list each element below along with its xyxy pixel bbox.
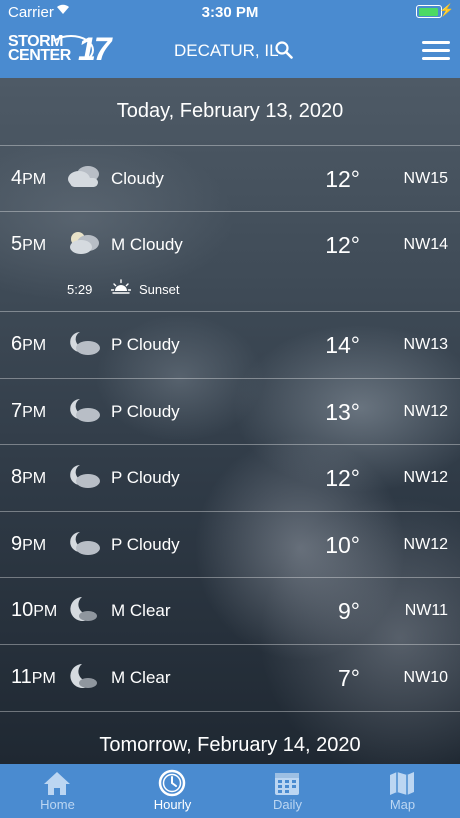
tab-daily[interactable]: Daily	[230, 764, 345, 818]
home-icon	[44, 772, 70, 795]
wind-label: NW15	[403, 170, 448, 187]
stormcenter-logo[interactable]: STORM CENTER 17	[8, 31, 118, 67]
condition-label: P Cloudy	[111, 535, 180, 554]
partly-cloudy-night-icon	[66, 397, 102, 423]
hour-label: 6PM	[11, 333, 47, 355]
tomorrow-header: Tomorrow, February 14, 2020	[99, 734, 361, 756]
condition-label: M Clear	[111, 668, 171, 687]
status-bar: Carrier 3:30 PM ⚡	[0, 0, 460, 24]
mostly-clear-night-icon	[66, 596, 102, 622]
logo-number: 17	[78, 31, 112, 67]
menu-icon[interactable]	[422, 41, 450, 61]
hour-label: 11PM	[11, 666, 56, 688]
sunset-time: 5:29	[67, 282, 93, 297]
wind-label: NW13	[403, 336, 448, 353]
tab-home[interactable]: Home	[0, 764, 115, 818]
wind-label: NW14	[403, 236, 448, 253]
condition-label: Cloudy	[111, 169, 164, 188]
temperature-label: 12°	[325, 166, 360, 192]
status-time: 3:30 PM	[201, 4, 259, 21]
temperature-label: 13°	[325, 399, 360, 425]
hourly-row[interactable]: 4PM Cloudy 12° NW15	[0, 145, 460, 212]
hourly-row[interactable]: 10PM M Clear 9° NW11	[0, 577, 460, 645]
charging-bolt-icon: ⚡	[439, 3, 454, 17]
partly-cloudy-night-icon	[66, 330, 102, 356]
condition-label: M Cloudy	[111, 235, 183, 254]
condition-label: P Cloudy	[111, 335, 180, 354]
sunset-row: 5:29 Sunset	[67, 279, 179, 297]
hourly-row[interactable]: 8PM P Cloudy 12° NW12	[0, 444, 460, 512]
hourly-row[interactable]: 5PM M Cloudy 12° NW14 5:29 Sunset	[0, 211, 460, 312]
hour-label: 5PM	[11, 233, 47, 255]
tab-daily-label: Daily	[273, 797, 302, 812]
wind-label: NW10	[403, 669, 448, 686]
location-label[interactable]: DECATUR, IL	[174, 41, 279, 61]
condition-label: P Cloudy	[111, 402, 180, 421]
wind-label: NW12	[403, 536, 448, 553]
temperature-label: 12°	[325, 232, 360, 258]
tab-map-label: Map	[389, 797, 416, 812]
header-bar: Carrier 3:30 PM ⚡ STORM CENTER 17 DECATU…	[0, 0, 460, 78]
temperature-label: 9°	[338, 598, 360, 624]
condition-label: P Cloudy	[111, 468, 180, 487]
partly-cloudy-night-icon	[66, 530, 102, 556]
hour-label: 9PM	[11, 533, 47, 555]
wind-label: NW12	[403, 403, 448, 420]
clock-icon	[158, 769, 186, 797]
hourly-row[interactable]: 11PM M Clear 7° NW10	[0, 644, 460, 712]
hour-label: 4PM	[11, 167, 47, 189]
tab-hourly[interactable]: Hourly	[115, 764, 230, 818]
mostly-clear-night-icon	[66, 663, 102, 689]
tab-hourly-label: Hourly	[153, 797, 192, 812]
partly-cloudy-night-icon	[66, 463, 102, 489]
sunset-icon	[111, 279, 131, 294]
temperature-label: 14°	[325, 332, 360, 358]
sunset-label: Sunset	[139, 282, 180, 297]
wind-label: NW11	[404, 602, 448, 619]
map-icon	[390, 772, 414, 795]
hourly-row[interactable]: 7PM P Cloudy 13° NW12	[0, 378, 460, 445]
search-icon[interactable]	[275, 41, 293, 59]
calendar-icon	[275, 773, 299, 795]
hourly-row[interactable]: 6PM P Cloudy 14° NW13	[0, 311, 460, 379]
tab-map[interactable]: Map	[345, 764, 460, 818]
wind-label: NW12	[403, 469, 448, 486]
hour-label: 10PM	[11, 599, 58, 621]
temperature-label: 12°	[325, 465, 360, 491]
tab-bar: Home Hourly Daily Map	[0, 764, 460, 818]
mostly-cloudy-day-icon	[66, 230, 102, 256]
condition-label: M Clear	[111, 601, 171, 620]
temperature-label: 7°	[338, 665, 360, 691]
hour-label: 7PM	[11, 400, 47, 422]
hour-label: 8PM	[11, 466, 47, 488]
cloudy-icon	[66, 164, 102, 190]
today-header: Today, February 13, 2020	[116, 100, 344, 122]
row-divider	[0, 711, 460, 712]
temperature-label: 10°	[325, 532, 360, 558]
hourly-row[interactable]: 9PM P Cloudy 10° NW12	[0, 511, 460, 578]
tab-home-label: Home	[40, 797, 75, 812]
